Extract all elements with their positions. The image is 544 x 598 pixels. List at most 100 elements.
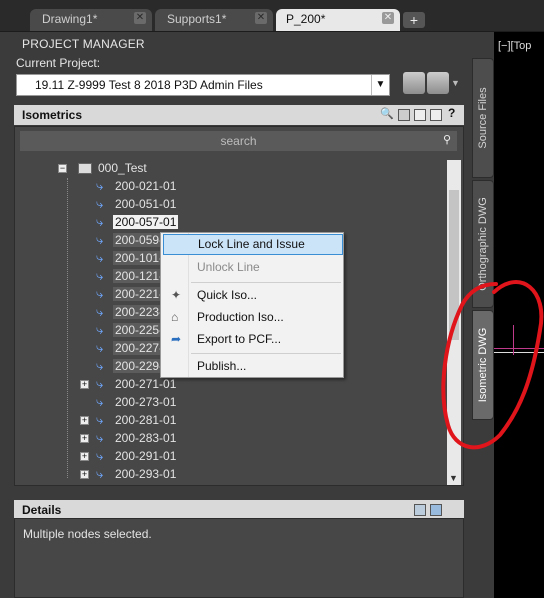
- menu-item-label: Export to PCF...: [197, 332, 282, 346]
- node-label[interactable]: 200-057-01: [113, 215, 179, 229]
- tree-node-root[interactable]: − 000_Test: [58, 160, 448, 178]
- pipe-line: [513, 325, 514, 355]
- node-label[interactable]: 200-271-01: [113, 377, 178, 391]
- isometric-drawing-icon: ⤷: [96, 340, 104, 355]
- isometric-drawing-icon: ⤷: [96, 322, 104, 337]
- isometric-drawing-icon: ⤷: [96, 448, 104, 463]
- isometric-drawing-icon: ⤷: [96, 394, 104, 409]
- search-input[interactable]: search ⚲: [20, 131, 457, 151]
- help-icon[interactable]: ?: [448, 106, 460, 120]
- tree-node[interactable]: ⤷ 200-057-01: [58, 214, 448, 232]
- section-title: Details: [22, 503, 62, 517]
- close-icon[interactable]: ✕: [134, 12, 146, 24]
- isometric-drawing-icon: ⤷: [96, 412, 104, 427]
- menu-item-label: Production Iso...: [197, 310, 284, 324]
- isometric-drawing-icon: ⤷: [96, 178, 104, 193]
- panel-title: PROJECT MANAGER: [22, 37, 145, 51]
- details-message: Multiple nodes selected.: [23, 527, 152, 541]
- tab-p-200[interactable]: P_200* ✕: [276, 9, 400, 31]
- tab-label: Isometric DWG: [477, 327, 489, 403]
- node-label[interactable]: 200-291-01: [113, 449, 178, 463]
- export-pcf-icon: ➦: [171, 332, 182, 346]
- current-project-select[interactable]: 19.11 Z-9999 Test 8 2018 P3D Admin Files…: [16, 74, 390, 96]
- chevron-down-icon[interactable]: ▼: [451, 78, 460, 88]
- chevron-down-icon: ▼: [371, 75, 389, 95]
- menu-separator: [191, 353, 341, 354]
- expand-icon[interactable]: +: [80, 416, 89, 425]
- view-icon[interactable]: [414, 109, 426, 121]
- expand-icon[interactable]: +: [80, 434, 89, 443]
- viewport-label[interactable]: [−][Top: [498, 40, 531, 52]
- menu-item-label: Lock Line and Issue: [198, 237, 305, 251]
- print-icon[interactable]: [398, 109, 410, 121]
- tree-node[interactable]: + ⤷ 200-293-01: [58, 466, 448, 484]
- plus-icon: +: [409, 12, 419, 28]
- isometric-drawing-icon: ⤷: [96, 286, 104, 301]
- details-panel: Multiple nodes selected.: [14, 518, 464, 598]
- expand-icon[interactable]: +: [80, 470, 89, 479]
- document-tab-bar: Drawing1* ✕ Supports1* ✕ P_200* ✕ +: [0, 0, 544, 32]
- node-label[interactable]: 200-293-01: [113, 467, 178, 481]
- node-label[interactable]: 200-281-01: [113, 413, 178, 427]
- tree-node[interactable]: + ⤷ 200-291-01: [58, 448, 448, 466]
- current-project-value: 19.11 Z-9999 Test 8 2018 P3D Admin Files: [35, 78, 263, 92]
- node-label[interactable]: 200-051-01: [113, 197, 178, 211]
- pipe-line: [494, 352, 544, 353]
- tree-node[interactable]: + ⤷ 200-283-01: [58, 430, 448, 448]
- folder-icon: [78, 163, 92, 174]
- tree-node[interactable]: ⤷ 200-021-01: [58, 178, 448, 196]
- menu-item-production-iso[interactable]: ⌂ Production Iso...: [163, 307, 343, 328]
- tab-orthographic-dwg[interactable]: Orthographic DWG: [472, 180, 494, 308]
- node-label[interactable]: 200-283-01: [113, 431, 178, 445]
- zoom-icon[interactable]: 🔍: [380, 107, 394, 120]
- chevron-down-icon[interactable]: ▼: [449, 473, 458, 483]
- menu-item-lock-line-and-issue[interactable]: Lock Line and Issue: [163, 234, 343, 255]
- close-icon[interactable]: ✕: [255, 12, 267, 24]
- isometric-drawing-icon: ⤷: [96, 232, 104, 247]
- isometric-drawing-icon: ⤷: [96, 358, 104, 373]
- tab-supports1[interactable]: Supports1* ✕: [155, 9, 273, 31]
- node-label[interactable]: 200-273-01: [113, 395, 178, 409]
- tab-label: Drawing1*: [42, 12, 98, 26]
- project-tools-button[interactable]: [427, 72, 449, 94]
- isometric-drawing-icon: ⤷: [96, 214, 104, 229]
- production-iso-icon: ⌂: [171, 310, 179, 324]
- menu-item-quick-iso[interactable]: ✦ Quick Iso...: [163, 285, 343, 306]
- tree-node[interactable]: + ⤷ 200-271-01: [58, 376, 448, 394]
- tree-node[interactable]: ⤷ 200-051-01: [58, 196, 448, 214]
- isometrics-header: Isometrics 🔍 ?: [14, 105, 464, 125]
- current-project-label: Current Project:: [16, 56, 101, 70]
- context-menu: Lock Line and Issue Unlock Line ✦ Quick …: [160, 232, 344, 378]
- node-label[interactable]: 000_Test: [96, 161, 149, 175]
- tree-scrollbar[interactable]: ▼: [447, 160, 461, 485]
- menu-item-label: Unlock Line: [197, 260, 260, 274]
- tree-node[interactable]: ⤷ 200-273-01: [58, 394, 448, 412]
- panel-icon[interactable]: [430, 109, 442, 121]
- menu-item-publish[interactable]: Publish...: [163, 356, 343, 377]
- isometric-drawing-icon: ⤷: [96, 466, 104, 481]
- node-label[interactable]: 200-021-01: [113, 179, 178, 193]
- menu-item-label: Publish...: [197, 359, 247, 373]
- scrollbar-thumb[interactable]: [449, 190, 459, 340]
- expand-icon[interactable]: +: [80, 452, 89, 461]
- tab-drawing1[interactable]: Drawing1* ✕: [30, 9, 152, 31]
- menu-item-export-to-pcf[interactable]: ➦ Export to PCF...: [163, 329, 343, 350]
- isometric-drawing-icon: ⤷: [96, 196, 104, 211]
- drawing-canvas[interactable]: [494, 32, 544, 598]
- details-preview-icon[interactable]: [430, 504, 442, 516]
- project-setup-button[interactable]: [403, 72, 425, 94]
- tab-label: P_200*: [286, 12, 326, 26]
- expand-icon[interactable]: +: [80, 380, 89, 389]
- search-placeholder: search: [220, 134, 257, 148]
- tab-isometric-dwg[interactable]: Isometric DWG: [472, 310, 494, 420]
- tree-node[interactable]: + ⤷ 200-281-01: [58, 412, 448, 430]
- tab-label: Supports1*: [167, 12, 227, 26]
- section-title: Isometrics: [22, 108, 83, 122]
- isometric-drawing-icon: ⤷: [96, 304, 104, 319]
- details-view-icon[interactable]: [414, 504, 426, 516]
- search-icon[interactable]: ⚲: [443, 133, 451, 146]
- close-icon[interactable]: ✕: [382, 12, 394, 24]
- tab-source-files[interactable]: Source Files: [472, 58, 494, 178]
- collapse-icon[interactable]: −: [58, 164, 67, 173]
- new-tab-button[interactable]: +: [403, 12, 425, 28]
